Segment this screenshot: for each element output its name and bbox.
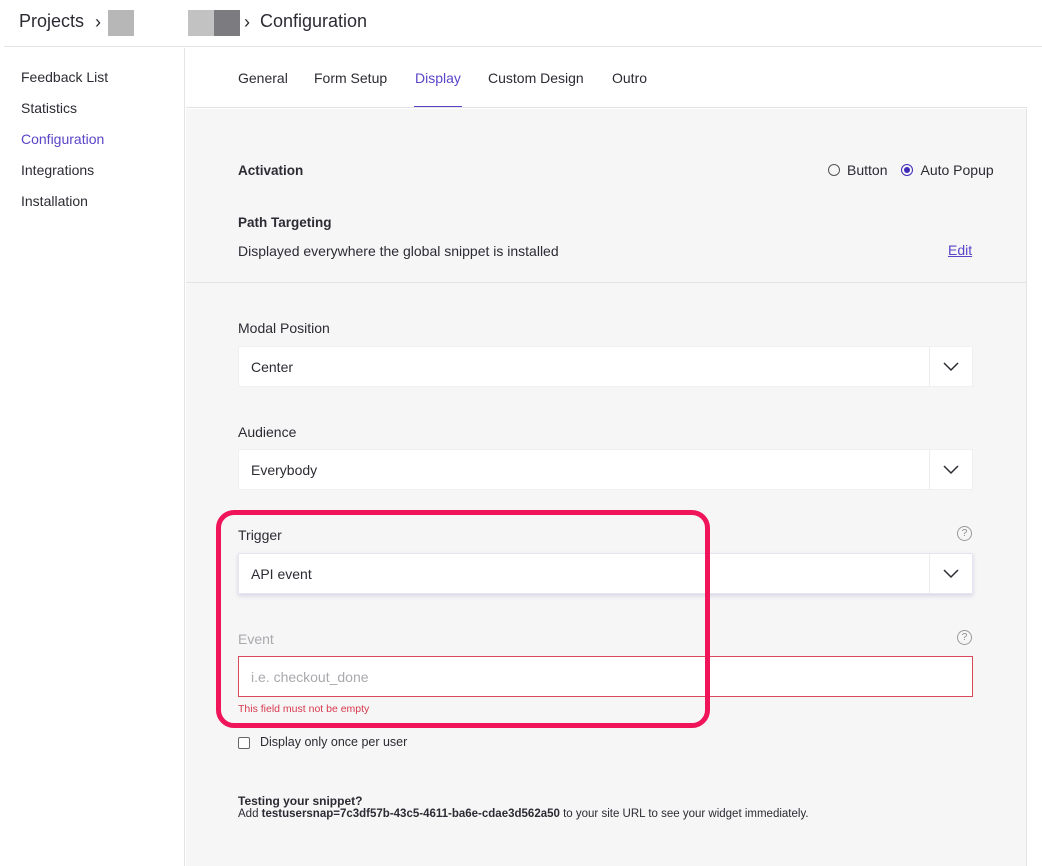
activation-radio-group: Button Auto Popup xyxy=(828,162,994,178)
trigger-value: API event xyxy=(251,566,312,582)
display-once-checkbox[interactable] xyxy=(238,737,250,749)
sidebar-item-integrations[interactable]: Integrations xyxy=(21,162,94,178)
testing-suffix: to your site URL to see your widget imme… xyxy=(559,808,809,820)
active-tab-indicator xyxy=(414,106,462,107)
event-error-message: This field must not be empty xyxy=(238,703,370,715)
top-bar: Projects › › Configuration xyxy=(4,0,1042,47)
path-targeting-edit-link[interactable]: Edit xyxy=(948,242,972,258)
chevron-down-icon[interactable] xyxy=(929,554,972,593)
radio-auto-popup-option[interactable] xyxy=(901,164,914,176)
chevron-down-icon[interactable] xyxy=(929,450,972,489)
redacted-block[interactable] xyxy=(188,10,214,36)
chevron-down-icon[interactable] xyxy=(929,347,972,386)
sidebar-item-statistics[interactable]: Statistics xyxy=(21,100,77,116)
path-targeting-label: Path Targeting xyxy=(238,215,332,230)
display-once-label[interactable]: Display only once per user xyxy=(260,735,407,749)
radio-button-label[interactable]: Button xyxy=(847,162,887,178)
redacted-project-name[interactable] xyxy=(108,10,134,36)
config-tabs: General Form Setup Display Custom Design… xyxy=(186,48,1027,108)
tab-display[interactable]: Display xyxy=(415,70,461,86)
sidebar-item-configuration[interactable]: Configuration xyxy=(21,131,104,147)
sidebar: Feedback List Statistics Configuration I… xyxy=(4,48,185,866)
trigger-select[interactable]: API event xyxy=(238,553,973,594)
section-divider xyxy=(186,282,1027,283)
sidebar-item-feedback-list[interactable]: Feedback List xyxy=(21,69,108,85)
testing-snippet-text: Add testusersnap=7c3df57b-43c5-4611-ba6e… xyxy=(238,808,809,820)
tab-outro[interactable]: Outro xyxy=(612,70,647,86)
path-targeting-description: Displayed everywhere the global snippet … xyxy=(238,243,559,259)
tab-general[interactable]: General xyxy=(238,70,288,86)
breadcrumb-projects[interactable]: Projects xyxy=(19,11,84,32)
redacted-block-dark[interactable] xyxy=(214,10,240,36)
radio-button-option[interactable] xyxy=(828,164,840,176)
modal-position-label: Modal Position xyxy=(238,320,330,336)
tab-custom-design[interactable]: Custom Design xyxy=(488,70,584,86)
breadcrumb-current: Configuration xyxy=(260,11,368,31)
audience-select[interactable]: Everybody xyxy=(238,449,973,490)
modal-position-value: Center xyxy=(251,359,294,375)
radio-auto-popup-label[interactable]: Auto Popup xyxy=(920,162,993,178)
trigger-help-icon[interactable]: ? xyxy=(957,526,972,541)
breadcrumb-separator: › xyxy=(95,12,101,32)
sidebar-item-installation[interactable]: Installation xyxy=(21,193,88,209)
event-input[interactable] xyxy=(238,656,973,697)
trigger-label: Trigger xyxy=(238,527,282,543)
event-label: Event xyxy=(238,631,274,647)
activation-label: Activation xyxy=(238,163,304,178)
testing-snippet-title: Testing your snippet? xyxy=(238,794,363,808)
event-help-icon[interactable]: ? xyxy=(957,630,972,645)
modal-position-select[interactable]: Center xyxy=(238,346,973,387)
audience-label: Audience xyxy=(238,424,297,440)
tab-form-setup[interactable]: Form Setup xyxy=(314,70,387,86)
audience-value: Everybody xyxy=(251,462,318,478)
testing-param: testusersnap=7c3df57b-43c5-4611-ba6e-cda… xyxy=(261,808,560,820)
breadcrumb-separator: › xyxy=(244,12,250,32)
testing-prefix: Add xyxy=(238,808,262,820)
